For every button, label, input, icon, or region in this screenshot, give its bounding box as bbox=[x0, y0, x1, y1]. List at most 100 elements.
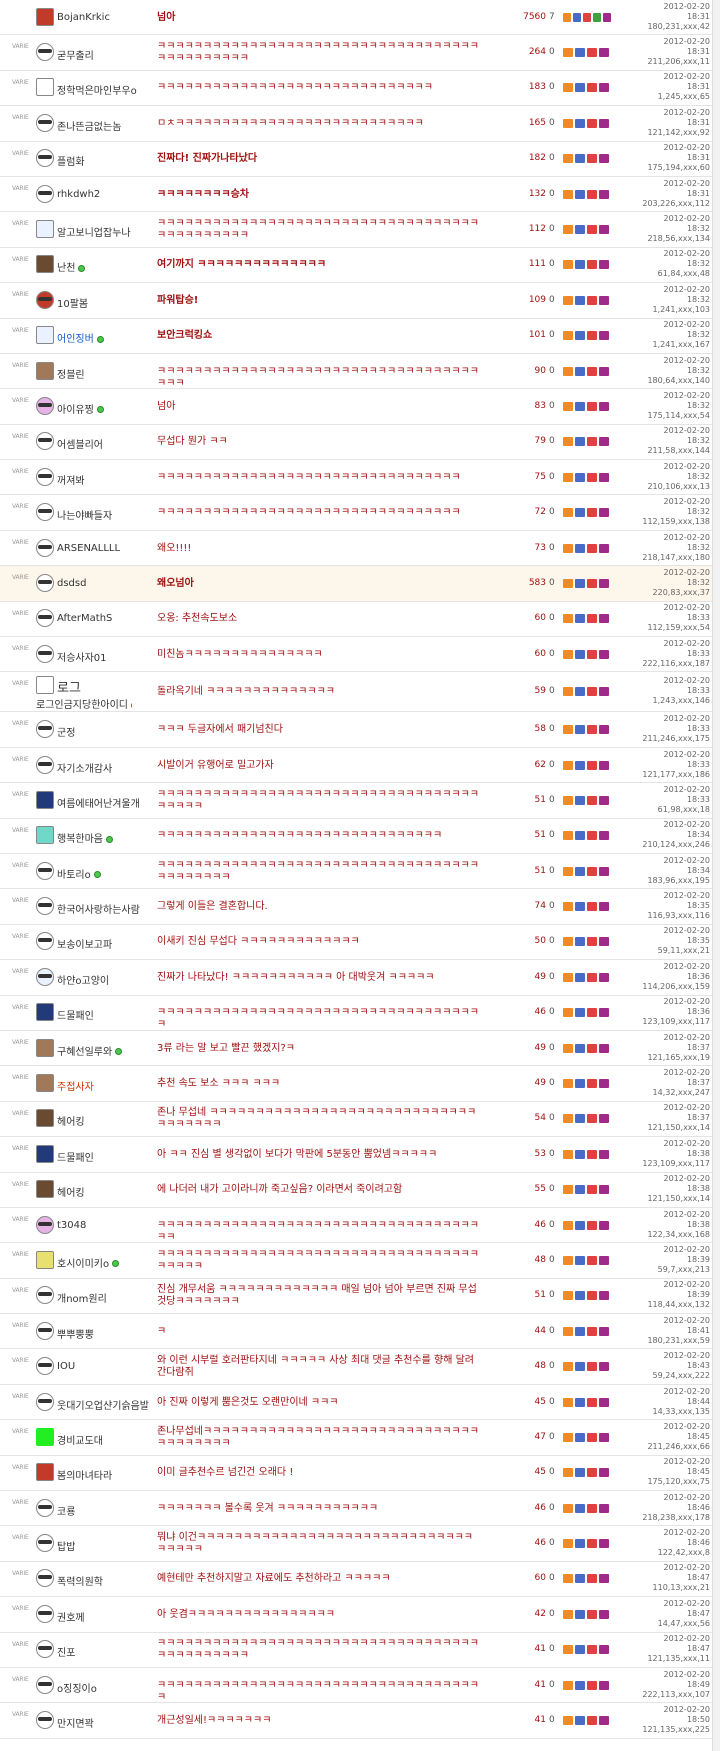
author-nickname[interactable]: dsdsd bbox=[57, 578, 86, 589]
report-button[interactable] bbox=[587, 937, 597, 947]
report-button[interactable] bbox=[587, 1008, 597, 1018]
report-button[interactable] bbox=[587, 1716, 597, 1726]
delete-button[interactable] bbox=[599, 1397, 609, 1407]
author-nickname[interactable]: 호시이미키o bbox=[57, 1255, 120, 1270]
report-button[interactable] bbox=[587, 225, 597, 235]
report-button[interactable] bbox=[587, 1326, 597, 1336]
author-nickname[interactable]: 존나뜬금없는놈 bbox=[57, 118, 121, 133]
report-button[interactable] bbox=[587, 118, 597, 128]
recommend-button[interactable] bbox=[563, 1503, 573, 1513]
oppose-button[interactable] bbox=[575, 83, 585, 93]
author-nickname[interactable]: 만지면꽉 bbox=[57, 1715, 94, 1730]
recommend-button[interactable] bbox=[563, 401, 573, 411]
report-button[interactable] bbox=[587, 83, 597, 93]
avatar-icon[interactable] bbox=[36, 43, 54, 62]
delete-button[interactable] bbox=[599, 189, 609, 199]
recommend-button[interactable] bbox=[563, 902, 573, 912]
avatar-icon[interactable] bbox=[36, 396, 54, 415]
avatar-icon[interactable] bbox=[36, 790, 54, 809]
avatar-icon[interactable] bbox=[36, 78, 54, 97]
oppose-button[interactable] bbox=[575, 760, 585, 770]
report-button[interactable] bbox=[587, 687, 597, 697]
delete-button[interactable] bbox=[599, 118, 609, 128]
report-button[interactable] bbox=[583, 12, 591, 22]
recommend-button[interactable] bbox=[563, 12, 571, 22]
delete-button[interactable] bbox=[599, 1008, 609, 1018]
recommend-button[interactable] bbox=[563, 83, 573, 93]
avatar-icon[interactable] bbox=[36, 184, 54, 203]
avatar-icon[interactable] bbox=[36, 290, 54, 309]
oppose-button[interactable] bbox=[575, 295, 585, 305]
delete-button[interactable] bbox=[599, 937, 609, 947]
delete-button[interactable] bbox=[599, 225, 609, 235]
oppose-button[interactable] bbox=[575, 866, 585, 876]
author-nickname[interactable]: IOU bbox=[57, 1361, 75, 1372]
oppose-button[interactable] bbox=[575, 725, 585, 735]
avatar-icon[interactable] bbox=[36, 1569, 54, 1588]
avatar-icon[interactable] bbox=[36, 1250, 54, 1269]
oppose-button[interactable] bbox=[575, 1574, 585, 1584]
avatar-icon[interactable] bbox=[36, 255, 54, 274]
delete-button[interactable] bbox=[599, 1291, 609, 1301]
avatar-icon[interactable] bbox=[36, 113, 54, 132]
scrollbar[interactable] bbox=[712, 0, 720, 1751]
delete-button[interactable] bbox=[599, 614, 609, 624]
report-button[interactable] bbox=[587, 1043, 597, 1053]
avatar-icon[interactable] bbox=[36, 1321, 54, 1340]
avatar-icon[interactable] bbox=[36, 609, 54, 628]
recommend-button[interactable] bbox=[563, 614, 573, 624]
delete-button[interactable] bbox=[599, 1185, 609, 1195]
oppose-button[interactable] bbox=[575, 1432, 585, 1442]
delete-button[interactable] bbox=[599, 154, 609, 164]
author-nickname[interactable]: 어셈블리어 bbox=[57, 436, 103, 451]
author-nickname[interactable]: 구혜선일루와 bbox=[57, 1043, 123, 1058]
report-button[interactable] bbox=[587, 401, 597, 411]
oppose-button[interactable] bbox=[575, 1362, 585, 1372]
recommend-button[interactable] bbox=[563, 331, 573, 341]
delete-button[interactable] bbox=[599, 725, 609, 735]
recommend-button[interactable] bbox=[563, 366, 573, 376]
oppose-button[interactable] bbox=[575, 331, 585, 341]
avatar-icon[interactable] bbox=[36, 1038, 54, 1057]
report-button[interactable] bbox=[587, 760, 597, 770]
author-nickname[interactable]: 드물패인 bbox=[57, 1149, 94, 1164]
delete-button[interactable] bbox=[599, 866, 609, 876]
oppose-button[interactable] bbox=[575, 972, 585, 982]
delete-button[interactable] bbox=[599, 1114, 609, 1124]
report-button[interactable] bbox=[587, 614, 597, 624]
report-button[interactable] bbox=[587, 154, 597, 164]
oppose-button[interactable] bbox=[575, 1220, 585, 1230]
recommend-button[interactable] bbox=[563, 118, 573, 128]
oppose-button[interactable] bbox=[575, 578, 585, 588]
author-nickname[interactable]: 굳무출리 bbox=[57, 47, 94, 62]
oppose-button[interactable] bbox=[575, 260, 585, 270]
author-nickname[interactable]: 권호께 bbox=[57, 1609, 85, 1624]
oppose-button[interactable] bbox=[575, 1716, 585, 1726]
avatar-icon[interactable] bbox=[36, 676, 54, 695]
oppose-button[interactable] bbox=[575, 831, 585, 841]
avatar-icon[interactable] bbox=[36, 1003, 54, 1022]
delete-button[interactable] bbox=[599, 1574, 609, 1584]
recommend-button[interactable] bbox=[563, 1185, 573, 1195]
recommend-button[interactable] bbox=[563, 972, 573, 982]
delete-button[interactable] bbox=[599, 1326, 609, 1336]
recommend-button[interactable] bbox=[563, 831, 573, 841]
report-button[interactable] bbox=[587, 866, 597, 876]
avatar-icon[interactable] bbox=[36, 1215, 54, 1234]
recommend-button[interactable] bbox=[563, 687, 573, 697]
author-nickname[interactable]: rhkdwh2 bbox=[57, 189, 100, 200]
oppose-button[interactable] bbox=[575, 687, 585, 697]
report-button[interactable] bbox=[587, 725, 597, 735]
recommend-button[interactable] bbox=[563, 649, 573, 659]
delete-button[interactable] bbox=[599, 1539, 609, 1549]
author-nickname[interactable]: 헤어킹 bbox=[57, 1184, 85, 1199]
delete-button[interactable] bbox=[599, 543, 609, 553]
delete-button[interactable] bbox=[599, 1432, 609, 1442]
report-button[interactable] bbox=[587, 508, 597, 518]
share-button[interactable] bbox=[593, 12, 601, 22]
avatar-icon[interactable] bbox=[36, 1604, 54, 1623]
author-nickname[interactable]: 웃대기오업샨기슭음발 bbox=[57, 1397, 149, 1412]
delete-button[interactable] bbox=[599, 437, 609, 447]
avatar-icon[interactable] bbox=[36, 1427, 54, 1446]
recommend-button[interactable] bbox=[563, 1468, 573, 1478]
